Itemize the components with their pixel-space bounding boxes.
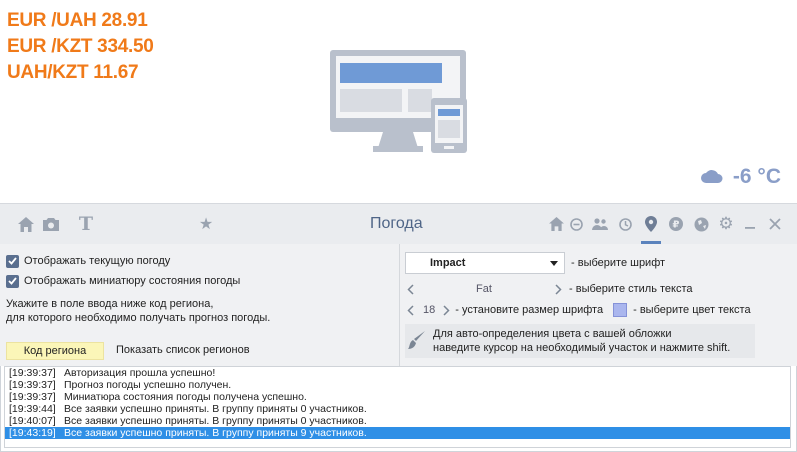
chevron-left-icon[interactable] xyxy=(405,283,415,295)
region-hint-line: для которого необходимо получать прогноз… xyxy=(6,312,271,324)
show-weather-thumbnail-label: Отображать миниатюру состояния погоды xyxy=(24,275,241,287)
log-row[interactable]: [19:39:37] Прогноз погоды успешно получен… xyxy=(5,379,790,391)
log-text: Все заявки успешно приняты. В группу при… xyxy=(64,403,367,415)
auto-color-line: наведите курсор на необходимый участок и… xyxy=(433,342,731,354)
font-select[interactable]: Impact xyxy=(405,252,565,274)
minimize-icon[interactable] xyxy=(740,214,760,234)
size-color-row: 18 - установите размер шрифта - выберите… xyxy=(405,301,751,319)
cloud-icon xyxy=(700,169,723,186)
camera-icon[interactable] xyxy=(41,214,61,234)
font-select-value: Impact xyxy=(430,257,466,269)
auto-color-text: Для авто-определения цвета с вашей облож… xyxy=(433,327,730,355)
font-style-value: Fat xyxy=(476,283,492,295)
font-style-label: - выберите стиль текста xyxy=(569,283,693,295)
log-text: Все заявки успешно приняты. В группу при… xyxy=(64,415,367,427)
minus-circle-icon[interactable] xyxy=(566,214,586,234)
font-row: Impact - выберите шрифт xyxy=(405,252,665,274)
log-text: Все заявки успешно приняты. В группу при… xyxy=(64,427,367,439)
checkmark-icon xyxy=(6,254,19,268)
svg-text:₽: ₽ xyxy=(673,220,680,231)
location-pin-icon[interactable] xyxy=(641,214,661,234)
weather-options: Отображать текущую погоду Отображать мин… xyxy=(6,251,396,325)
text-icon[interactable]: T xyxy=(76,213,96,235)
font-select-label: - выберите шрифт xyxy=(571,257,666,269)
weather-widget: -6 °C xyxy=(700,165,781,189)
event-log[interactable]: [19:39:37] Авторизация прошла успешно! [1… xyxy=(4,366,791,448)
show-weather-thumbnail-checkbox[interactable]: Отображать миниатюру состояния погоды xyxy=(6,271,396,291)
text-color-label: - выберите цвет текста xyxy=(633,304,751,316)
log-row[interactable]: [19:39:37] Авторизация прошла успешно! xyxy=(5,367,790,379)
rate-uah-kzt: UAH/KZT 11.67 xyxy=(7,62,139,83)
toolbar: T ★ Погода ₽ ⚙ xyxy=(0,203,797,245)
log-text: Прогноз погоды успешно получен. xyxy=(64,379,232,391)
log-time: [19:39:44] xyxy=(9,403,56,415)
weather-settings-panel: Отображать текущую погоду Отображать мин… xyxy=(0,244,797,366)
temperature: -6 °C xyxy=(732,165,781,188)
cover-preview: EUR /UAH 28.91 EUR /KZT 334.50 UAH/KZT 1… xyxy=(0,0,797,203)
close-icon[interactable] xyxy=(765,214,785,234)
column-divider xyxy=(399,244,400,366)
rate-eur-uah: EUR /UAH 28.91 xyxy=(7,10,148,31)
chevron-down-icon xyxy=(550,260,558,266)
log-time: [19:43:19] xyxy=(9,427,56,439)
log-row[interactable]: [19:40:07] Все заявки успешно приняты. В … xyxy=(5,415,790,427)
home-icon[interactable] xyxy=(16,214,36,234)
log-time: [19:39:37] xyxy=(9,379,56,391)
brush-icon xyxy=(407,330,427,353)
log-row-selected[interactable]: [19:43:19] Все заявки успешно приняты. В … xyxy=(5,427,790,439)
style-row: Fat - выберите стиль текста xyxy=(405,280,693,298)
chevron-right-icon[interactable] xyxy=(553,283,563,295)
rate-eur-kzt: EUR /KZT 334.50 xyxy=(7,36,154,57)
chevron-right-icon[interactable] xyxy=(441,304,451,316)
chevron-left-icon[interactable] xyxy=(405,304,415,316)
auto-color-line: Для авто-определения цвета с вашей облож… xyxy=(433,328,672,340)
log-text: Авторизация прошла успешно! xyxy=(64,367,216,379)
gear-icon[interactable]: ⚙ xyxy=(716,214,736,234)
home-icon[interactable] xyxy=(546,214,566,234)
checkmark-icon xyxy=(6,274,19,288)
show-current-weather-checkbox[interactable]: Отображать текущую погоду xyxy=(6,251,396,271)
font-size-value: 18 xyxy=(423,304,436,316)
device-illustration xyxy=(330,48,468,157)
log-time: [19:39:37] xyxy=(9,367,56,379)
text-color-swatch[interactable] xyxy=(613,303,628,317)
users-icon[interactable] xyxy=(590,214,610,234)
auto-color-hint: Для авто-определения цвета с вашей облож… xyxy=(405,324,755,358)
region-code-input[interactable]: Код региона xyxy=(6,342,104,360)
font-size-label: - установите размер шрифта xyxy=(455,304,604,316)
log-time: [19:40:07] xyxy=(9,415,56,427)
log-time: [19:39:37] xyxy=(9,391,56,403)
show-regions-link[interactable]: Показать список регионов xyxy=(116,344,250,356)
log-row[interactable]: [19:39:44] Все заявки успешно приняты. В … xyxy=(5,403,790,415)
globe-icon[interactable] xyxy=(691,214,711,234)
panel-title: Погода xyxy=(370,215,423,232)
show-current-weather-label: Отображать текущую погоду xyxy=(24,255,171,267)
star-icon[interactable]: ★ xyxy=(196,214,216,234)
ruble-icon[interactable]: ₽ xyxy=(666,214,686,234)
log-row[interactable]: [19:39:37] Миниатюра состояния погоды пол… xyxy=(5,391,790,403)
clock-icon[interactable] xyxy=(615,214,635,234)
region-code-label: Код региона xyxy=(23,345,87,357)
region-hint-line: Укажите в поле ввода ниже код региона, xyxy=(6,298,214,310)
log-text: Миниатюра состояния погоды получена успе… xyxy=(64,391,307,403)
currency-rates: EUR /UAH 28.91 EUR /KZT 334.50 UAH/KZT 1… xyxy=(7,8,154,86)
region-hint: Укажите в поле ввода ниже код региона, д… xyxy=(6,297,396,325)
